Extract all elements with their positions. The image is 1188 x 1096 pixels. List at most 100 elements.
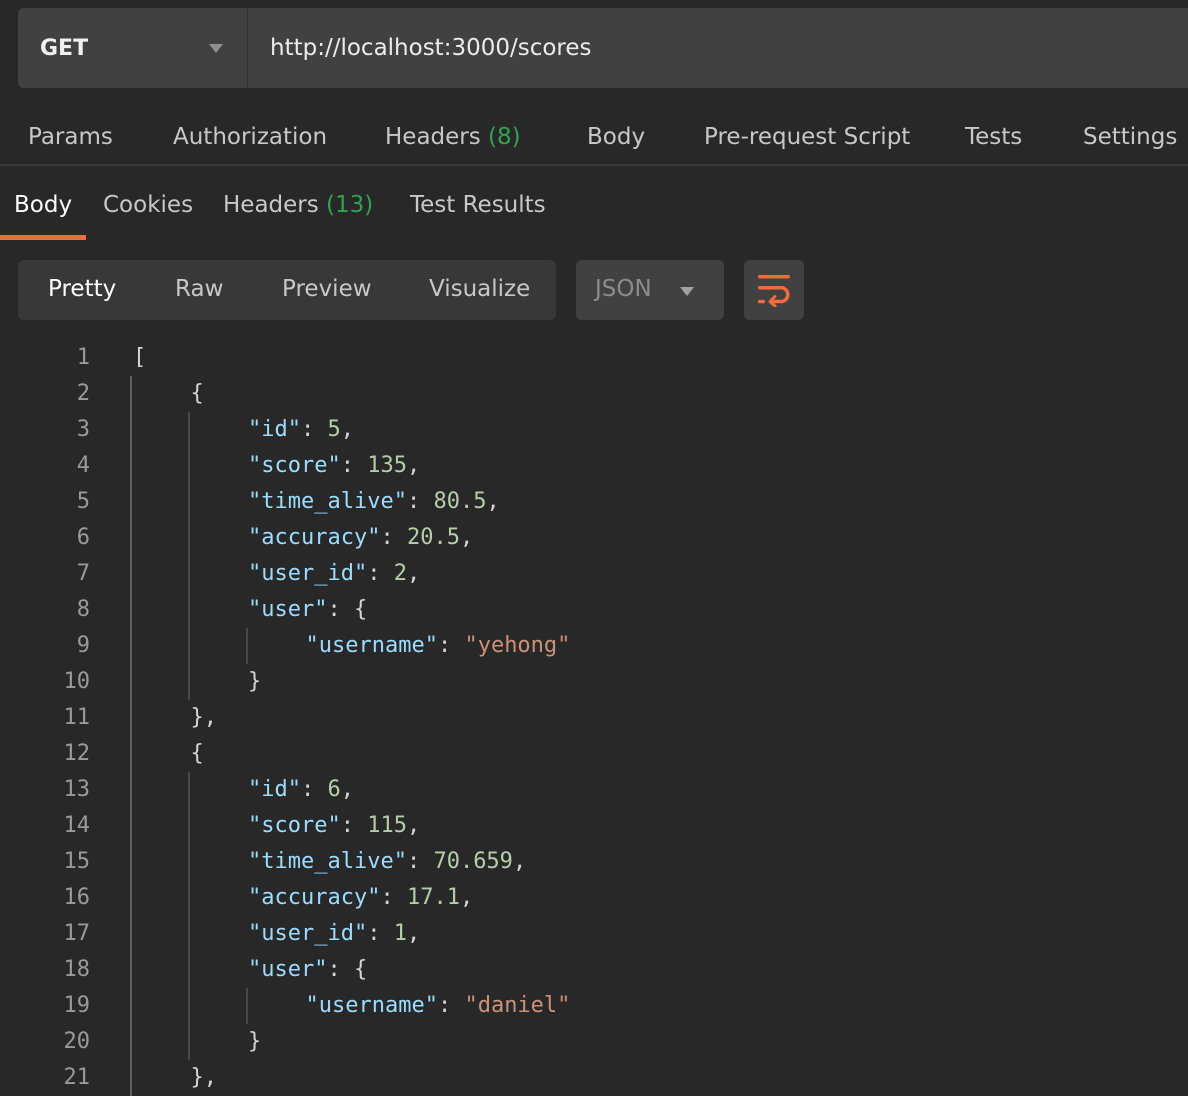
code-line: 13 "id": 6,: [0, 772, 1188, 808]
code-text: },: [191, 1060, 218, 1096]
code-text: {: [191, 736, 204, 772]
code-text: "score": 115,: [248, 808, 420, 844]
response-tab-body[interactable]: Body: [14, 192, 72, 218]
line-number: 19: [63, 993, 91, 1018]
tab-label: Test Results: [410, 192, 546, 218]
code-line: 14 "score": 115,: [0, 808, 1188, 844]
code-line: 10}: [0, 664, 1188, 700]
code-line: 20}: [0, 1024, 1188, 1060]
json-key: "user_id": [248, 561, 368, 586]
json-string: "yehong": [464, 633, 571, 658]
json-number: 70.659: [433, 849, 513, 874]
code-text: "user": {: [248, 952, 367, 988]
json-punctuation: ,: [459, 885, 474, 910]
view-visualize-button[interactable]: Visualize: [429, 276, 530, 302]
code-line: 8 "user": {: [0, 592, 1188, 628]
json-key: "user": [248, 957, 328, 982]
format-select[interactable]: JSON: [576, 260, 724, 320]
json-number: 115: [367, 813, 407, 838]
method-select[interactable]: GET: [18, 8, 248, 88]
json-key: "accuracy": [248, 525, 381, 550]
tab-pre-request-script[interactable]: Pre-request Script: [704, 124, 910, 150]
tab-headers[interactable]: Headers (8): [385, 124, 521, 150]
tab-label: Body: [14, 192, 73, 218]
code-text: "score": 135,: [248, 448, 420, 484]
json-punctuation: ,: [512, 849, 527, 874]
tab-label: Headers: [385, 124, 481, 150]
code-line: 19 "username": "daniel": [0, 988, 1188, 1024]
json-punctuation: }: [248, 1029, 262, 1054]
tab-tests[interactable]: Tests: [965, 124, 1022, 150]
tab-settings[interactable]: Settings: [1083, 124, 1177, 150]
response-tab-cookies[interactable]: Cookies: [103, 192, 193, 218]
code-text: "id": 5,: [248, 412, 354, 448]
json-key: "score": [248, 453, 341, 478]
response-tab-test-results[interactable]: Test Results: [410, 192, 546, 218]
code-line: 17 "user_id": 1,: [0, 916, 1188, 952]
json-punctuation: {: [190, 381, 204, 406]
view-raw-button[interactable]: Raw: [175, 276, 223, 302]
code-text: "accuracy": 20.5,: [248, 520, 473, 556]
json-punctuation: ,: [486, 489, 500, 514]
response-tab-headers[interactable]: Headers (13): [223, 192, 373, 218]
code-line: 1[: [0, 340, 1188, 376]
line-number: 20: [63, 1029, 91, 1054]
view-pretty-button[interactable]: Pretty: [48, 276, 116, 302]
json-punctuation: :: [367, 921, 394, 946]
tab-body[interactable]: Body: [587, 124, 645, 150]
json-punctuation: ,: [406, 921, 421, 946]
json-number: 80.5: [433, 489, 487, 514]
line-number: 12: [63, 741, 91, 766]
tab-label: Pre-request Script: [704, 124, 911, 150]
json-punctuation: :: [380, 885, 407, 910]
line-number: 9: [76, 633, 90, 658]
request-tabs: Params Authorization Headers (8) Body Pr…: [0, 118, 1188, 166]
url-input[interactable]: http://localhost:3000/scores: [270, 35, 592, 61]
code-line: 11},: [0, 700, 1188, 736]
json-key: "username": [305, 993, 438, 1018]
json-key: "id": [248, 417, 301, 442]
tab-authorization[interactable]: Authorization: [173, 124, 327, 150]
json-punctuation: ,: [340, 417, 354, 442]
json-key: "id": [248, 777, 301, 802]
json-punctuation: ,: [459, 525, 474, 550]
chevron-down-icon: [209, 44, 223, 53]
code-text: {: [191, 376, 204, 412]
json-number: 1: [393, 921, 407, 946]
json-number: 17.1: [406, 885, 460, 910]
line-number: 7: [76, 561, 90, 586]
code-text: }: [248, 664, 261, 700]
code-text: "user_id": 2,: [248, 556, 420, 592]
code-text: },: [191, 700, 218, 736]
tab-params[interactable]: Params: [28, 124, 113, 150]
code-line: 12 {: [0, 736, 1188, 772]
json-punctuation: :: [340, 453, 368, 478]
code-line: 5 "time_alive": 80.5,: [0, 484, 1188, 520]
tab-label: Body: [587, 124, 646, 150]
active-tab-indicator: [0, 235, 86, 240]
response-tabs: Body Cookies Headers (13) Test Results: [0, 186, 1188, 240]
json-punctuation: {: [190, 741, 204, 766]
line-number: 1: [76, 345, 90, 370]
line-number: 15: [63, 849, 91, 874]
json-punctuation: }: [248, 669, 262, 694]
code-line: 4 "score": 135,: [0, 448, 1188, 484]
line-number: 3: [76, 417, 90, 442]
view-preview-button[interactable]: Preview: [282, 276, 372, 302]
response-headers-count-badge: (13): [326, 192, 374, 218]
code-text: "time_alive": 70.659,: [248, 844, 526, 880]
json-punctuation: :: [340, 813, 368, 838]
code-line: 9 "username": "yehong": [0, 628, 1188, 664]
wrap-lines-button[interactable]: [744, 260, 804, 320]
json-key: "time_alive": [248, 849, 407, 874]
line-number: 2: [76, 381, 90, 406]
code-line: 18 "user": {: [0, 952, 1188, 988]
json-punctuation: ,: [406, 453, 421, 478]
json-punctuation: },: [190, 705, 218, 730]
line-number: 16: [63, 885, 91, 910]
tab-label: Authorization: [173, 124, 328, 150]
request-bar: GET http://localhost:3000/scores: [18, 8, 1188, 88]
code-text: "time_alive": 80.5,: [248, 484, 500, 520]
line-number: 8: [76, 597, 90, 622]
json-punctuation: :: [300, 777, 328, 802]
